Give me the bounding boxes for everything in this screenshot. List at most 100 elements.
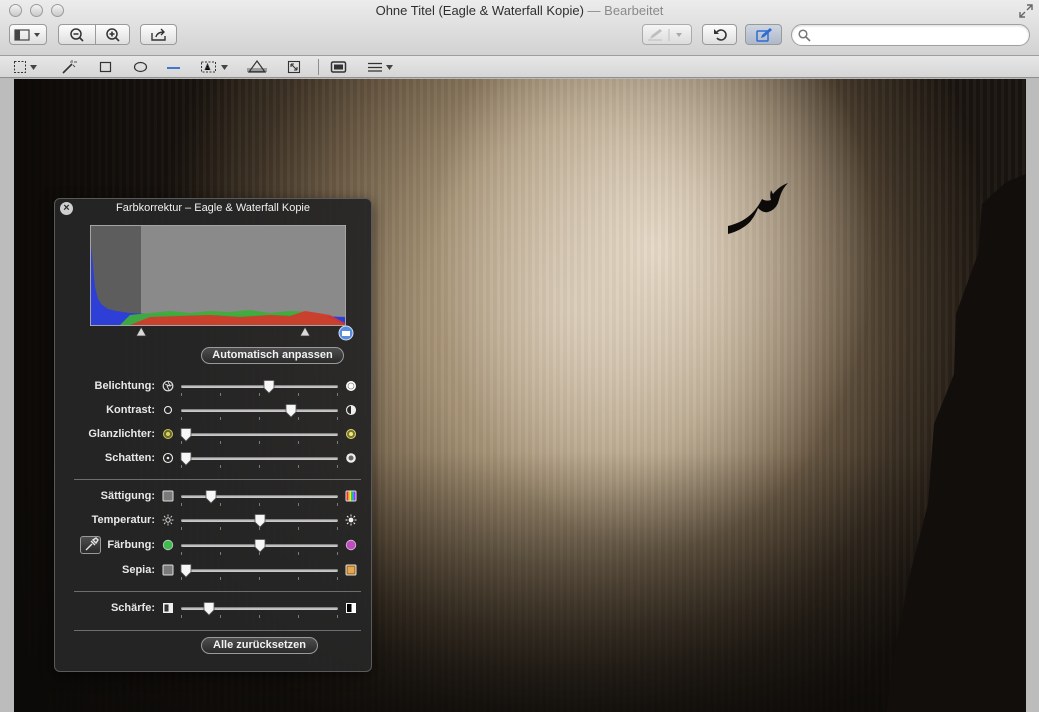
zoom-segment [58,24,130,45]
aperture-icon [162,380,174,392]
slider-thumb-faerbung[interactable] [254,538,266,553]
slider-label-glanzlichter: Glanzlichter: [88,428,155,440]
line-weight-icon [368,62,382,72]
slider-thumb-sepia[interactable] [180,563,192,578]
slider-label-schaerfe: Schärfe: [110,602,155,614]
slider-row-temperatur: Temperatur: [55,513,373,530]
rect-selection-icon [14,61,26,73]
slider-label-faerbung: Färbung: [107,539,155,551]
zoom-out-button[interactable] [59,25,95,44]
slider-ticks [181,393,338,397]
magenta-dot-icon [345,539,357,551]
selection-tool-button[interactable] [13,58,37,76]
pen-icon [648,28,682,41]
prism-icon [247,60,267,73]
border-style-icon [330,61,347,73]
soft-square-icon [163,603,173,613]
search-input[interactable] [814,27,1019,43]
canvas-margin-left [0,79,14,712]
highlight-dim-icon [163,429,173,439]
fullscreen-icon[interactable] [1019,4,1033,18]
slider-thumb-glanzlichter[interactable] [180,427,192,442]
warm-sun-icon [345,514,357,526]
slider-ticks [181,577,338,581]
instant-alpha-button[interactable] [60,58,78,76]
window-title: Ohne Titel (Eagle & Waterfall Kopie) — B… [375,3,664,18]
share-button[interactable] [140,24,177,45]
green-dot-icon [162,539,174,551]
separator [74,479,361,480]
border-style-button[interactable] [330,58,348,76]
adjust-size-button[interactable] [287,58,301,76]
slider-track-glanzlichter[interactable] [181,433,338,436]
tint-eyedropper-button[interactable] [80,536,101,554]
canvas-margin-right [1026,79,1039,712]
slider-row-sepia: Sepia: [55,563,373,580]
rectangle-shape-button[interactable] [99,58,113,76]
slider-thumb-belichtung[interactable] [263,379,275,394]
slider-row-saettigung: Sättigung: [55,489,373,506]
slider-thumb-temperatur[interactable] [254,513,266,528]
slider-track-sepia[interactable] [181,569,338,572]
rainbow-square-icon [345,490,357,502]
slider-track-belichtung[interactable] [181,385,338,388]
slider-label-kontrast: Kontrast: [106,404,155,416]
slider-row-schaerfe: Schärfe: [55,601,373,618]
share-icon [150,28,166,41]
circle-outline-icon [163,405,173,415]
view-menu-button[interactable] [9,24,47,45]
line-weight-button[interactable] [367,58,393,76]
slider-thumb-saettigung[interactable] [205,489,217,504]
line-icon [167,67,180,69]
histogram[interactable] [90,225,346,326]
oval-shape-button[interactable] [133,58,149,76]
slider-thumb-schatten[interactable] [180,451,192,466]
rectangle-icon [99,61,112,73]
gray-square-icon [162,564,174,576]
slider-row-belichtung: Belichtung: [55,379,373,396]
markup-toolbox-icon [755,27,772,42]
slider-label-belichtung: Belichtung: [94,380,156,392]
search-icon [798,29,811,42]
slider-thumb-kontrast[interactable] [285,403,297,418]
eyedropper-icon [85,537,99,551]
sepia-square-icon [345,564,357,576]
sharp-square-icon [346,603,356,613]
markup-pen-button[interactable] [642,24,692,45]
magic-wand-icon [62,60,77,74]
white-point-marker-glyph [342,331,350,336]
resize-icon [287,60,301,74]
slider-row-faerbung: Färbung: [55,538,373,555]
slider-row-schatten: Schatten: [55,451,373,468]
chevron-down-icon [221,64,228,70]
slider-thumb-schaerfe[interactable] [203,601,215,616]
shadow-dot-icon [162,452,174,464]
gray-square-icon [162,490,174,502]
separator [74,591,361,592]
adjust-color-button[interactable] [247,58,267,76]
auto-adjust-button[interactable]: Automatisch anpassen [201,347,344,364]
panel-title: Farbkorrektur – Eagle & Waterfall Kopie [115,202,310,214]
slider-track-kontrast[interactable] [181,409,338,412]
levels-markers [135,325,354,341]
slider-label-sepia: Sepia: [121,564,155,576]
rotate-button[interactable] [702,24,737,45]
reset-all-button[interactable]: Alle zurücksetzen [201,637,318,654]
cool-sun-icon [162,514,174,526]
mid-point-marker[interactable] [299,326,311,337]
show-edit-toolbar-button[interactable] [745,24,782,45]
slider-row-kontrast: Kontrast: [55,403,373,420]
chevron-down-icon [386,64,393,70]
edit-toolbar [0,56,1039,78]
zoom-in-button[interactable] [96,25,130,44]
line-shape-button[interactable] [166,58,182,76]
text-box-icon [201,61,216,73]
black-point-marker[interactable] [135,326,147,337]
color-adjust-panel: × Farbkorrektur – Eagle & Waterfall Kopi… [54,198,372,672]
oval-icon [133,61,148,73]
search-field[interactable] [791,24,1030,46]
text-tool-button[interactable] [200,58,228,76]
slider-track-schatten[interactable] [181,457,338,460]
zoom-in-icon [106,27,120,42]
window-titlebar: Ohne Titel (Eagle & Waterfall Kopie) — B… [0,0,1039,56]
